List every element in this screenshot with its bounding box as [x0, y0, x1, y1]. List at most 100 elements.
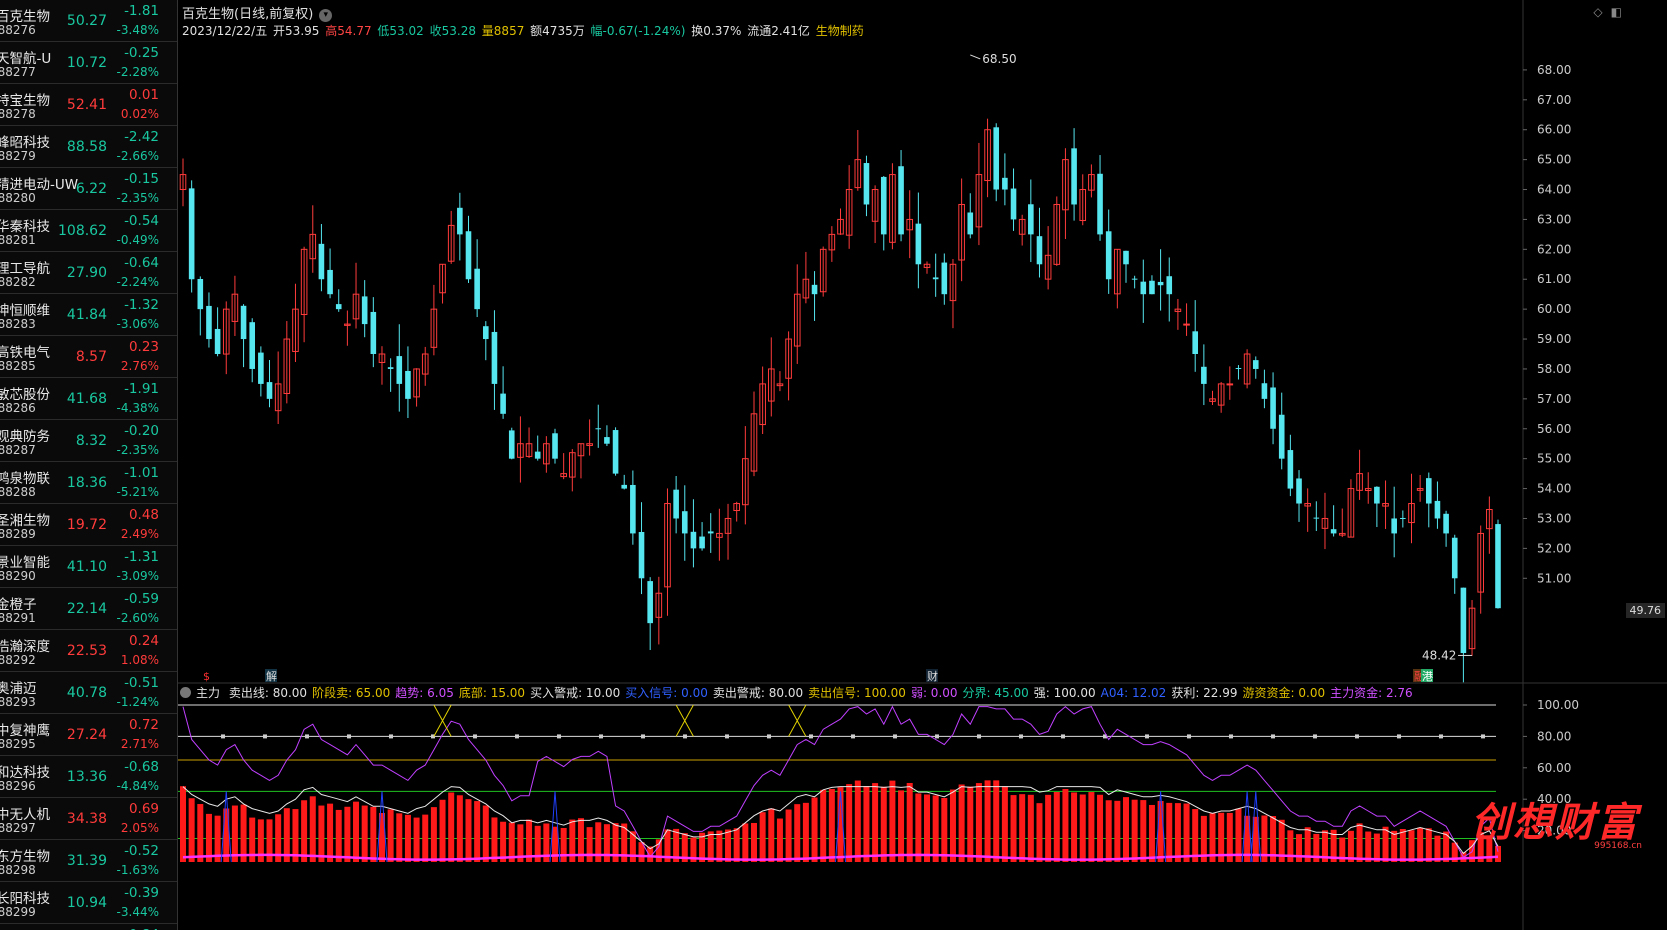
watchlist-row[interactable]: 天智航-U688277 10.72 -0.25 -2.28% [0, 42, 177, 84]
fund-bar [785, 809, 792, 862]
watchlist-row[interactable]: 特宝生物688278 52.41 0.01 0.02% [0, 84, 177, 126]
sell-line-dot [977, 734, 981, 739]
fund-bar [794, 804, 801, 862]
stock-code: 688293 [0, 695, 36, 709]
stock-name: 华秦科技 [0, 219, 50, 235]
watchlist-row[interactable]: 圣湘生物688289 19.72 0.48 2.49% [0, 504, 177, 546]
fund-bar [1408, 830, 1415, 862]
low-label: 48.42 [1422, 648, 1456, 662]
quote-turnover: 换0.37% [691, 24, 742, 38]
fund-bar [560, 827, 567, 862]
candle-body [1460, 587, 1467, 654]
candle-body [457, 207, 463, 235]
stock-code: 688282 [0, 275, 36, 289]
indicator-name[interactable]: 主力 [196, 686, 220, 700]
watchlist-row[interactable]: 理工导航688282 27.90 -0.64 -2.24% [0, 252, 177, 294]
stock-price: 6.22 [75, 181, 107, 197]
candle-body [1192, 331, 1199, 354]
watchlist-row[interactable]: 峰昭科技688279 88.58 -2.42 -2.66% [0, 126, 177, 168]
chart-canvas[interactable]: 68.00 67.00 66.00 65.00 64.00 63.00 62.00 61.00… [178, 0, 1667, 930]
stock-change: -0.64 [124, 255, 159, 271]
watchlist-row[interactable]: 观典防务688287 8.32 -0.20 -2.35% [0, 420, 177, 462]
indicator-value: 游资资金: 0.00 [1242, 686, 1326, 700]
watchlist-row[interactable]: 金橙子688291 22.14 -0.59 -2.60% [0, 588, 177, 630]
candle-body [673, 489, 679, 519]
candle-body [1313, 517, 1320, 519]
fund-bar [984, 780, 991, 862]
fund-bar [1495, 845, 1501, 862]
watchlist-row[interactable]: 东方生物688298 31.39 -0.52 -1.63% [0, 840, 177, 882]
watchlist-row[interactable]: 联瑞新材68830040.25-0.84 [0, 924, 177, 930]
sell-signal-cross [433, 704, 452, 737]
watchlist-row[interactable]: 敏芯股份688286 41.68 -1.91 -4.38% [0, 378, 177, 420]
watchlist-row[interactable]: 中复神鹰688295 27.24 0.72 2.71% [0, 714, 177, 756]
watchlist-row[interactable]: 高铁电气688285 8.57 0.23 2.76% [0, 336, 177, 378]
stock-code: 688285 [0, 359, 36, 373]
diamond-icon[interactable]: ◇ [1593, 5, 1602, 19]
watchlist-row[interactable]: 鸿泉物联688288 18.36 -1.01 -5.21% [0, 462, 177, 504]
candle-body [1149, 280, 1155, 295]
stock-pct: -2.60% [116, 611, 159, 625]
watermark-logo: 创想财富 [1471, 800, 1639, 846]
candle-body [1434, 500, 1441, 519]
fund-bar [482, 805, 489, 862]
quote-amount: 额4735万 [530, 24, 585, 38]
quote-sector[interactable]: 生物制药 [816, 24, 864, 38]
candle-body [197, 279, 204, 310]
collapse-panel-icon[interactable]: ◧ [1611, 5, 1622, 19]
fund-bar [474, 801, 481, 862]
sell-line-dot [347, 734, 351, 739]
indicator-value: 弱: 0.00 [910, 686, 958, 700]
stock-change: 0.23 [128, 339, 159, 355]
watchlist-row[interactable]: 华秦科技688281 108.62 -0.54 -0.49% [0, 210, 177, 252]
stock-pct: 2.71% [120, 737, 159, 751]
fund-bar [1166, 802, 1173, 862]
watchlist-row[interactable]: 坤恒顺维688283 41.84 -1.32 -3.06% [0, 294, 177, 336]
collapse-icon[interactable] [180, 687, 191, 698]
stock-name: 精进电动-UW [0, 177, 79, 193]
watchlist-row[interactable]: 浩瀚深度688292 22.53 0.24 1.08% [0, 630, 177, 672]
stock-pct: -3.48% [116, 23, 159, 37]
y-tick-label: 68.00 [1537, 63, 1571, 77]
fund-bar [361, 805, 368, 862]
watchlist-row[interactable]: 和达科技688296 13.36 -0.68 -4.84% [0, 756, 177, 798]
fund-bar [1079, 794, 1086, 862]
candle-body [1400, 517, 1406, 519]
watchlist-row[interactable]: 奥浦迈688293 40.78 -0.51 -1.24% [0, 672, 177, 714]
fund-bar [1192, 809, 1199, 862]
stock-name: 中无人机 [0, 807, 50, 823]
fund-bar [924, 794, 931, 862]
sell-line-dot [1355, 734, 1359, 739]
stock-name: 浩瀚深度 [0, 639, 50, 655]
candle-body [707, 531, 714, 534]
chevron-down-icon[interactable]: ▾ [319, 9, 333, 22]
fund-bar [1183, 803, 1190, 862]
watchlist-row[interactable]: 精进电动-UW688280 6.22 -0.15 -2.35% [0, 168, 177, 210]
fund-bar [1391, 830, 1398, 862]
candle-body [880, 176, 887, 235]
watchlist-row[interactable]: 中无人机688297 34.38 0.69 2.05% [0, 798, 177, 840]
sell-signal-cross [788, 704, 807, 737]
sell-line-dot [1481, 734, 1485, 739]
stock-change: -0.25 [124, 45, 159, 61]
stock-change: -0.20 [124, 423, 159, 439]
candle-body [1278, 414, 1285, 459]
y-tick-label: 53.00 [1537, 511, 1571, 525]
candle-body [188, 188, 195, 280]
watchlist-row[interactable]: 百克生物688276 50.27 -1.81 -3.48% [0, 0, 177, 42]
fund-bar [906, 782, 913, 862]
quote-volume: 量8857 [481, 24, 525, 38]
fund-bar [422, 814, 429, 862]
watchlist-row[interactable]: 长阳科技688299 10.94 -0.39 -3.44% [0, 882, 177, 924]
fund-bar [188, 798, 195, 862]
y-tick-label: 61.00 [1537, 272, 1571, 286]
indicator-value: 买入警戒: 10.00 [530, 686, 621, 700]
ind-tick-label: 80.00 [1537, 729, 1571, 743]
stock-pct: -4.38% [116, 401, 159, 415]
indicator-legend: 主力 卖出线: 80.00 阶段卖: 65.00 趋势: 6.05 底部: 15.00… [180, 684, 1423, 701]
watchlist-row[interactable]: 景业智能688290 41.10 -1.31 -3.09% [0, 546, 177, 588]
fund-bar [820, 789, 827, 862]
fund-bar [1140, 800, 1147, 862]
candle-body [1226, 383, 1234, 386]
sell-line-dot [599, 734, 603, 739]
